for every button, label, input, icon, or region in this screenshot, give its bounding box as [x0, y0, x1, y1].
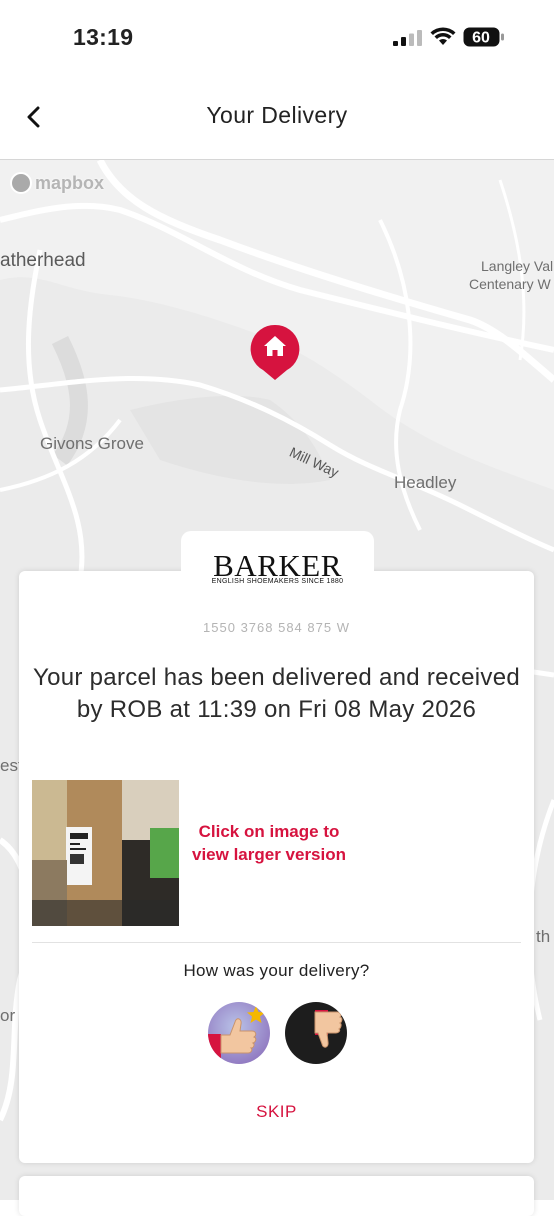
cellular-signal-icon: [393, 30, 422, 46]
battery-level: 60: [472, 30, 490, 47]
thumbs-down-button[interactable]: [285, 1002, 347, 1064]
mapbox-wordmark: mapbox: [35, 172, 105, 193]
navigation-bar: Your Delivery: [0, 76, 554, 160]
next-card-edge: [19, 1176, 534, 1216]
delivery-photo[interactable]: [32, 780, 179, 926]
thumbs-down-icon: [314, 1010, 343, 1048]
status-bar: 13:19 60: [0, 0, 554, 76]
tracking-number: 1550 3768 584 875 W: [203, 620, 350, 635]
mapbox-logo: mapbox: [10, 171, 104, 195]
skip-button[interactable]: SKIP: [19, 1102, 534, 1122]
view-larger-image-link[interactable]: Click on image to view larger version: [184, 820, 354, 866]
brand-logo: BARKER ENGLISH SHOEMAKERS SINCE 1880: [181, 531, 374, 601]
thumbs-up-button[interactable]: [208, 1002, 270, 1064]
divider: [32, 942, 521, 943]
delivery-card: 1550 3768 584 875 W Your parcel has been…: [19, 571, 534, 1163]
parcel-photo-image: [32, 780, 179, 926]
thumbs-up-icon: [208, 1006, 265, 1060]
map-label-langley: Langley Val: [481, 258, 554, 274]
map-label-givons-grove: Givons Grove: [40, 434, 144, 453]
feedback-question: How was your delivery?: [183, 961, 370, 980]
home-location-pin-icon[interactable]: [249, 323, 301, 381]
map-label-edge-southwest: or: [0, 1006, 16, 1025]
page-title: Your Delivery: [206, 102, 348, 128]
brand-tagline: ENGLISH SHOEMAKERS SINCE 1880: [211, 578, 344, 585]
status-time: 13:19: [73, 24, 134, 50]
map-label-edge-east: th: [536, 927, 551, 946]
map-label-centenary: Centenary W: [469, 276, 551, 292]
wifi-icon: [430, 27, 456, 45]
map-label-leatherhead: atherhead: [0, 250, 86, 271]
map-label-headley: Headley: [394, 473, 457, 492]
battery-icon: 60: [463, 27, 504, 47]
delivery-message: Your parcel has been delivered and recei…: [32, 664, 520, 723]
